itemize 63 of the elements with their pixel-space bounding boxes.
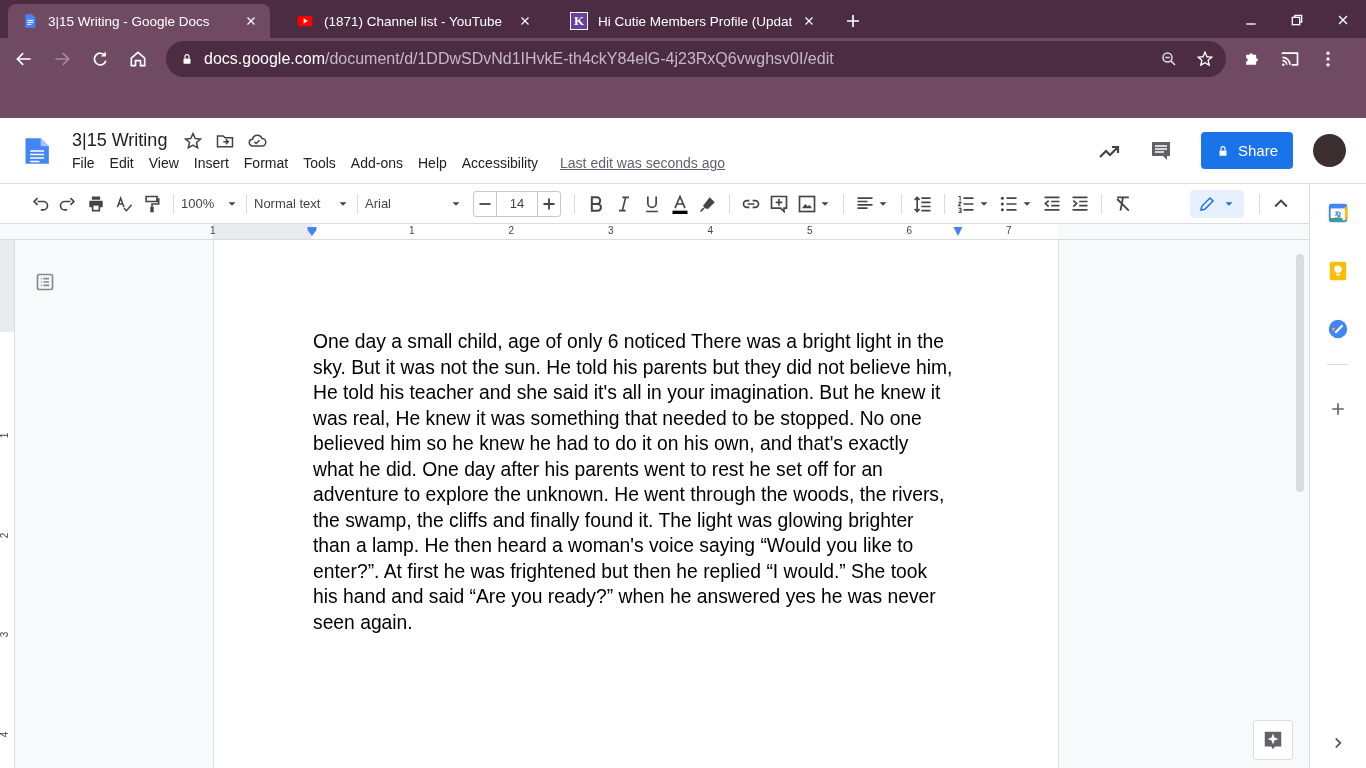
url-text: docs.google.com/document/d/1DDwSDvNd1IHvkE-th4ckY84elG-4j23RxQ6vwghsv0I/edit <box>204 50 834 68</box>
letter-icon: K <box>570 12 588 30</box>
ruler-number: 6 <box>906 225 913 236</box>
ruler-number: 2 <box>0 532 11 538</box>
zoom-dropdown[interactable]: 100% <box>181 196 239 211</box>
sparkle-icon <box>1262 729 1284 751</box>
menu-item[interactable]: View <box>148 155 179 171</box>
ruler-number: 1 <box>409 225 415 236</box>
body-paragraph: One day a small child, age of only 6 noticed There was a bright light in the sky. But it was not the sun. He told his parents but they did not believe him, He told his teacher and she said it's all in your imagination. But he knew it was real, He knew it was something that needed to be stopped. No one believed him so he knew he had to do it on his own, and that's exactly what he did. One day after his parents went to rest he set off for an adventure to explore the unknown. He went through the woods, the rivers, the swamp, the cliffs and finally found it. The light was glowing brighter than a lamp. He then heard a woman's voice saying “Would you like to enter?”. At first he was frightened but then he replied “I would.” She took his hand and said “Are you ready?” when he answered yes he was never seen again. <box>313 330 954 635</box>
ruler-number: 3 <box>0 631 11 638</box>
home-icon[interactable] <box>128 49 148 69</box>
ruler-number: 7 <box>1006 225 1012 236</box>
menu-item[interactable]: Accessibility <box>461 155 539 171</box>
tab-title: Hi Cutie Members Profile (Updat <box>598 13 793 29</box>
menu-item[interactable]: Edit <box>109 155 134 171</box>
cast-icon[interactable] <box>1280 49 1300 69</box>
outline-icon[interactable] <box>35 272 55 292</box>
explore-button[interactable] <box>1253 720 1293 760</box>
address-field[interactable]: docs.google.com/document/d/1DDwSDvNd1IHvkE-th4ckY84elG-4j23RxQ6vwghsv0I/edit <box>166 41 1226 77</box>
text-color-icon[interactable] <box>670 193 690 214</box>
last-edit-link[interactable]: Last edit was seconds ago <box>560 155 726 171</box>
menu-item[interactable]: Insert <box>193 155 229 171</box>
menu-item[interactable]: Help <box>418 155 447 171</box>
vertical-ruler[interactable]: 1 2 3 4 <box>0 240 15 768</box>
paint-format-icon[interactable] <box>142 193 162 214</box>
star-icon[interactable] <box>183 130 204 151</box>
tab-title: 3|15 Writing - Google Docs <box>48 13 211 29</box>
ruler-number: 1 <box>0 432 11 439</box>
ruler-number: 2 <box>508 225 515 236</box>
add-comment-icon[interactable] <box>769 193 789 214</box>
browser-tab[interactable]: (1871) Channel list - YouTube <box>282 4 544 38</box>
pencil-icon <box>1198 194 1216 213</box>
font-dropdown[interactable]: Arial <box>365 196 463 211</box>
spellcheck-icon[interactable] <box>114 193 134 214</box>
tab-title: (1871) Channel list - YouTube <box>324 13 504 29</box>
style-dropdown[interactable]: Normal text <box>254 196 350 211</box>
calendar-icon[interactable] <box>1327 202 1349 224</box>
ruler-number: 4 <box>707 225 714 236</box>
indent-marker-icon[interactable] <box>306 227 318 236</box>
numbered-list-icon[interactable] <box>956 193 976 214</box>
browser-tab[interactable]: K Hi Cutie Members Profile (Updat <box>556 4 829 38</box>
menu-item[interactable]: Tools <box>303 155 336 171</box>
menu-item[interactable]: Format <box>243 155 289 171</box>
menu-item[interactable]: File <box>72 155 95 171</box>
menu-item[interactable]: Add-ons <box>350 155 403 171</box>
zoom-icon[interactable] <box>1160 50 1178 68</box>
browser-tab[interactable]: 3|15 Writing - Google Docs <box>8 4 270 38</box>
star-icon[interactable] <box>1196 50 1214 68</box>
ruler-number: 5 <box>807 225 813 236</box>
document-title[interactable]: 3|15 Writing <box>72 130 168 151</box>
ruler-number: 3 <box>608 225 614 236</box>
document-icon <box>22 13 38 29</box>
ruler-number: 1 <box>210 225 216 236</box>
editing-mode-button[interactable] <box>1190 189 1244 218</box>
share-button[interactable]: Share <box>1201 132 1293 169</box>
scrollbar-thumb[interactable] <box>1296 254 1304 492</box>
play-icon <box>296 13 314 29</box>
image-icon[interactable] <box>797 193 817 214</box>
tasks-icon[interactable] <box>1327 318 1349 340</box>
indent-marker-icon[interactable] <box>952 227 964 236</box>
line-spacing-icon[interactable] <box>913 193 933 214</box>
ruler-number: 4 <box>0 731 11 737</box>
avatar[interactable] <box>1313 134 1346 167</box>
